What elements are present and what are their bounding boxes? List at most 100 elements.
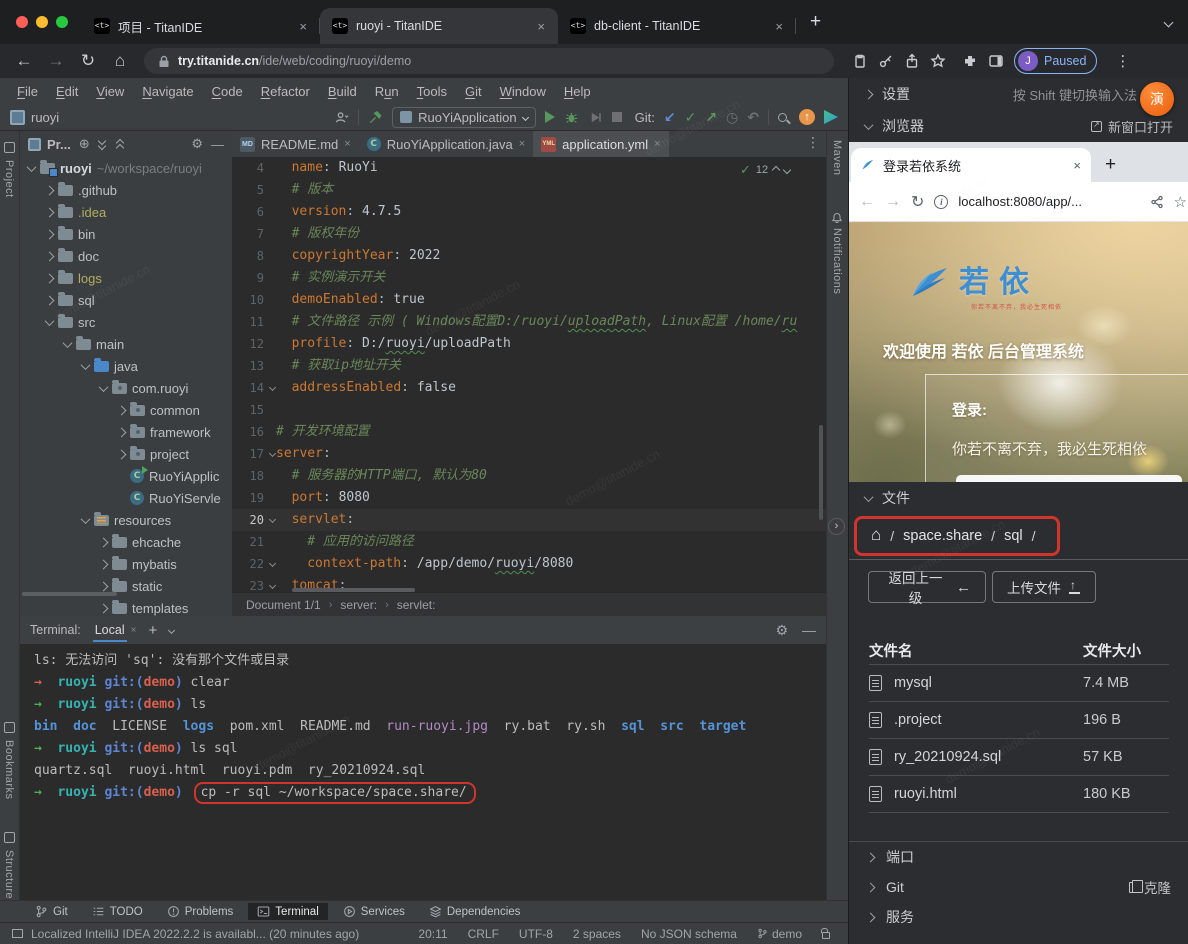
tree-chevron-icon[interactable] [45,229,55,239]
close-tab-icon[interactable]: × [519,138,525,150]
editor-tab-README.md[interactable]: MDREADME.md× [232,131,359,157]
locate-file-icon[interactable]: ⊕ [79,136,90,152]
close-tab-icon[interactable]: × [296,19,310,34]
preview-url[interactable]: localhost:8080/app/... [958,194,1082,209]
files-breadcrumb-item[interactable]: space.share [903,528,982,544]
hide-panel-icon[interactable]: — [211,137,224,152]
git-commit-button[interactable]: ✓ [685,109,697,126]
editor-options-icon[interactable]: ⋮ [806,134,820,151]
close-tab-icon[interactable]: × [534,19,548,34]
tree-item-main[interactable]: main [20,333,232,355]
run-configuration-select[interactable]: RuoYiApplication [392,107,536,128]
breadcrumb-item[interactable]: servlet: [397,598,436,612]
status-item[interactable]: 20:11 [418,927,447,941]
preview-back-button[interactable]: ← [859,193,875,211]
close-tab-icon[interactable]: × [654,138,660,150]
status-item[interactable]: CRLF [468,927,499,941]
tree-item-com.ruoyi[interactable]: com.ruoyi [20,377,232,399]
status-item[interactable]: UTF-8 [519,927,553,941]
inspections-widget[interactable]: ✓ 12 [740,162,790,178]
tree-item-templates[interactable]: templates [20,597,232,616]
unlock-icon[interactable] [822,932,830,939]
tree-chevron-icon[interactable] [45,207,55,217]
tree-chevron-icon[interactable] [117,449,127,459]
tree-chevron-icon[interactable] [117,405,127,415]
share-icon[interactable] [904,53,920,69]
file-row-.project[interactable]: .project196 B [869,701,1169,738]
update-available-icon[interactable]: ↑ [799,109,815,125]
tree-chevron-icon[interactable] [45,273,55,283]
menu-item-tools[interactable]: Tools [408,84,456,99]
tree-item-java[interactable]: java [20,355,232,377]
extensions-icon[interactable] [962,53,978,69]
clone-button[interactable]: 克隆 [1129,877,1171,897]
tree-chevron-icon[interactable] [45,251,55,261]
prev-problem-icon[interactable] [772,166,780,174]
user-icon[interactable] [334,110,349,125]
close-tab-icon[interactable]: × [772,19,786,34]
address-bar[interactable]: try.titanide.cn /ide/web/coding/ruoyi/de… [144,48,834,74]
menu-item-run[interactable]: Run [366,84,408,99]
terminal-output[interactable]: ls: 无法访问 'sq': 没有那个文件或目录→ ruoyi git:(dem… [20,644,826,804]
git-update-button[interactable]: ↙ [664,109,676,126]
tool-window-button-deps[interactable]: Dependencies [420,903,530,920]
browser-section-header[interactable]: 浏览器 新窗口打开 [849,110,1188,142]
menu-item-view[interactable]: View [87,84,133,99]
browser-tab[interactable]: <t>db-client - TitanIDE× [558,8,796,44]
browser-menu-icon[interactable]: ⋮ [1107,52,1134,70]
tool-window-button-todo[interactable]: TODO [83,903,152,920]
fold-marker-icon[interactable] [269,516,276,523]
titanide-logo-icon[interactable] [824,110,838,124]
back-button[interactable]: ← [10,51,38,71]
section-端口[interactable]: 端口 [849,842,1188,872]
password-key-icon[interactable] [878,53,894,69]
tree-item-RuoYiApplic[interactable]: CRuoYiApplic [20,465,232,487]
forward-button[interactable]: → [42,51,70,71]
tree-item-doc[interactable]: doc [20,245,232,267]
fold-marker-icon[interactable] [269,450,276,457]
tool-window-button-git[interactable]: Git [26,903,77,920]
menu-item-window[interactable]: Window [491,84,555,99]
tree-item-framework[interactable]: framework [20,421,232,443]
tree-item-bin[interactable]: bin [20,223,232,245]
demo-badge[interactable]: 演 [1140,82,1174,116]
expand-panel-button[interactable]: › [828,518,845,535]
settings-gear-icon[interactable]: ⚙ [191,136,203,152]
preview-new-tab-button[interactable]: + [1105,154,1116,176]
files-section-header[interactable]: 文件 [849,482,1188,514]
project-name[interactable]: ruoyi [31,110,59,125]
terminal-tab-local[interactable]: Local [93,619,127,641]
minimize-window-icon[interactable] [36,16,48,28]
new-tab-button[interactable]: + [796,11,835,33]
tree-chevron-icon[interactable] [99,581,109,591]
menu-item-navigate[interactable]: Navigate [133,84,202,99]
tab-search-button[interactable] [1165,13,1188,31]
upload-file-button[interactable]: 上传文件 [992,571,1096,603]
tool-window-button-terminal[interactable]: Terminal [248,903,327,920]
tool-stripe-structure[interactable]: Structure [3,832,15,899]
menu-item-help[interactable]: Help [555,84,600,99]
breadcrumb-item[interactable]: server: [340,598,377,612]
tree-chevron-icon[interactable] [45,295,55,305]
debug-button[interactable] [564,110,579,125]
maximize-window-icon[interactable] [56,16,68,28]
preview-reload-button[interactable]: ↻ [911,192,924,212]
close-tab-icon[interactable]: × [344,138,350,150]
chevron-down-icon[interactable] [168,626,175,633]
section-服务[interactable]: 服务 [849,902,1188,932]
preview-tab[interactable]: 登录若依系统 × [851,148,1091,182]
reading-list-icon[interactable] [852,53,868,69]
fold-marker-icon[interactable] [269,384,276,391]
tree-chevron-icon[interactable] [117,427,127,437]
side-panel-icon[interactable] [988,53,1004,69]
home-icon[interactable]: ⌂ [871,525,881,545]
close-icon[interactable]: × [131,625,137,636]
tree-chevron-icon[interactable] [81,514,91,524]
settings-section-header[interactable]: 设置 按 Shift 键切换输入法 [849,78,1188,110]
next-problem-icon[interactable] [783,166,791,174]
tree-chevron-icon[interactable] [99,603,109,613]
file-row-mysql[interactable]: mysql7.4 MB [869,664,1169,701]
editor-tab-application.yml[interactable]: YMLapplication.yml× [533,131,668,157]
tree-chevron-icon[interactable] [99,537,109,547]
tool-window-button-problems[interactable]: Problems [158,903,243,920]
